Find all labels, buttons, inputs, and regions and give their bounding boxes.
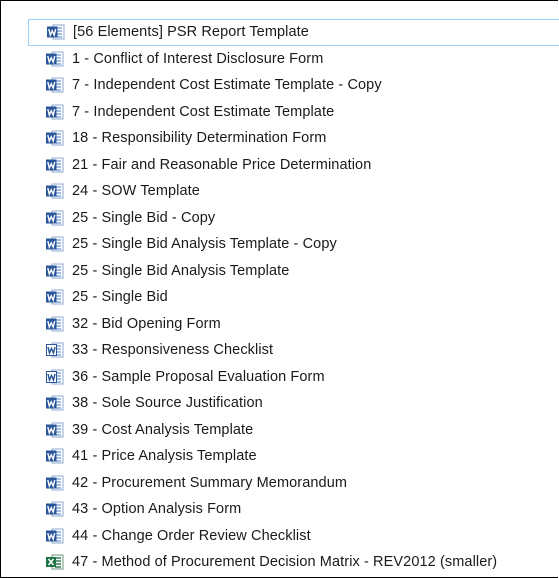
word-icon — [46, 475, 64, 491]
file-name: 43 - Option Analysis Form — [72, 501, 242, 518]
file-list-item[interactable]: 7 - Independent Cost Estimate Template -… — [42, 72, 559, 99]
file-name: 24 - SOW Template — [72, 183, 200, 200]
word-icon — [47, 24, 65, 40]
file-name: 38 - Sole Source Justification — [72, 395, 263, 412]
file-name: 25 - Single Bid — [72, 289, 168, 306]
file-name: 41 - Price Analysis Template — [72, 448, 257, 465]
word-legacy-icon — [46, 342, 64, 358]
file-list-item[interactable]: 25 - Single Bid Analysis Template - Copy — [42, 231, 559, 258]
word-icon — [46, 51, 64, 67]
file-name: 42 - Procurement Summary Memorandum — [72, 474, 348, 491]
file-name: 21 - Fair and Reasonable Price Determina… — [72, 156, 372, 173]
file-name: 47 - Method of Procurement Decision Matr… — [72, 554, 498, 571]
word-icon — [46, 289, 64, 305]
word-icon — [46, 395, 64, 411]
file-list-item[interactable]: 25 - Single Bid - Copy — [42, 205, 559, 232]
file-list-item[interactable]: 43 - Option Analysis Form — [42, 496, 559, 523]
file-list-item[interactable]: 36 - Sample Proposal Evaluation Form — [42, 364, 559, 391]
file-list-item[interactable]: 39 - Cost Analysis Template — [42, 417, 559, 444]
file-name: 25 - Single Bid Analysis Template — [72, 262, 290, 279]
file-name: 39 - Cost Analysis Template — [72, 421, 254, 438]
file-list-item[interactable]: [56 Elements] PSR Report Template — [28, 19, 559, 46]
file-list-item[interactable]: 41 - Price Analysis Template — [42, 443, 559, 470]
file-list: [56 Elements] PSR Report Template 1 - Con… — [28, 19, 559, 576]
file-list-pane: [56 Elements] PSR Report Template 1 - Con… — [0, 0, 559, 578]
word-icon — [46, 77, 64, 93]
word-icon — [46, 236, 64, 252]
word-legacy-icon — [46, 369, 64, 385]
file-list-item[interactable]: 32 - Bid Opening Form — [42, 311, 559, 338]
file-name: 1 - Conflict of Interest Disclosure Form — [72, 50, 324, 67]
file-list-item[interactable]: 38 - Sole Source Justification — [42, 390, 559, 417]
file-list-item[interactable]: 24 - SOW Template — [42, 178, 559, 205]
file-name: 25 - Single Bid - Copy — [72, 209, 216, 226]
word-icon — [46, 210, 64, 226]
word-icon — [46, 501, 64, 517]
file-list-item[interactable]: 42 - Procurement Summary Memorandum — [42, 470, 559, 497]
file-list-item[interactable]: 47 - Method of Procurement Decision Matr… — [42, 549, 559, 576]
file-list-item[interactable]: 21 - Fair and Reasonable Price Determina… — [42, 152, 559, 179]
file-name: [56 Elements] PSR Report Template — [73, 24, 309, 41]
file-list-item[interactable]: 25 - Single Bid Analysis Template — [42, 258, 559, 285]
word-icon — [46, 157, 64, 173]
word-icon — [46, 263, 64, 279]
word-icon — [46, 422, 64, 438]
file-list-item[interactable]: 7 - Independent Cost Estimate Template — [42, 99, 559, 126]
file-list-item[interactable]: 44 - Change Order Review Checklist — [42, 523, 559, 550]
file-name: 18 - Responsibility Determination Form — [72, 130, 327, 147]
file-name: 25 - Single Bid Analysis Template - Copy — [72, 236, 337, 253]
word-icon — [46, 528, 64, 544]
file-list-item[interactable]: 18 - Responsibility Determination Form — [42, 125, 559, 152]
word-icon — [46, 130, 64, 146]
word-icon — [46, 448, 64, 464]
file-list-item[interactable]: 1 - Conflict of Interest Disclosure Form — [42, 46, 559, 73]
file-name: 7 - Independent Cost Estimate Template -… — [72, 77, 382, 94]
file-list-item[interactable]: 25 - Single Bid — [42, 284, 559, 311]
file-name: 33 - Responsiveness Checklist — [72, 342, 274, 359]
file-list-item[interactable]: 33 - Responsiveness Checklist — [42, 337, 559, 364]
word-icon — [46, 104, 64, 120]
file-name: 7 - Independent Cost Estimate Template — [72, 103, 335, 120]
file-name: 36 - Sample Proposal Evaluation Form — [72, 368, 325, 385]
excel-icon — [46, 554, 64, 570]
file-name: 44 - Change Order Review Checklist — [72, 527, 311, 544]
file-name: 32 - Bid Opening Form — [72, 315, 221, 332]
word-icon — [46, 316, 64, 332]
word-icon — [46, 183, 64, 199]
